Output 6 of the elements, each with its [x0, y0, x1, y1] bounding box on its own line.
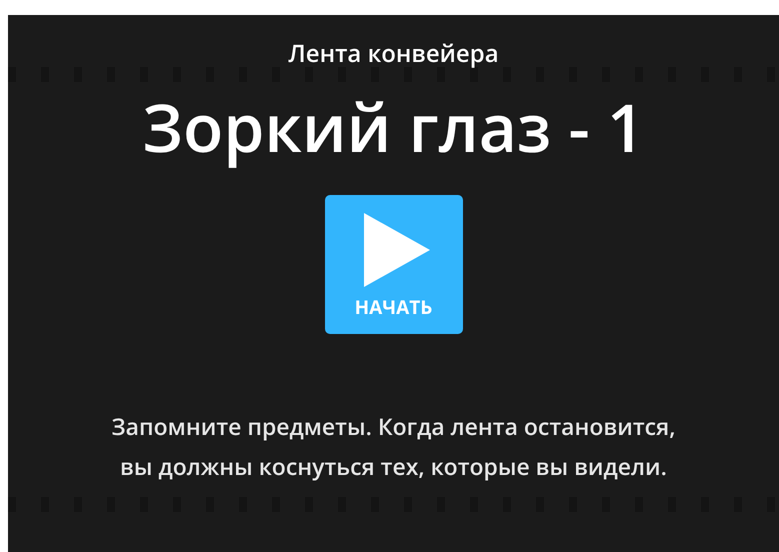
- title: Зоркий глаз - 1: [142, 87, 645, 167]
- instruction-text: Запомните предметы. Когда лента остановится,: [112, 409, 676, 444]
- instruction-text: вы должны коснуться тех, которые вы видели.: [120, 449, 667, 484]
- start-button[interactable]: НАЧАТЬ: [324, 195, 462, 334]
- subtitle: Лента конвейера: [288, 37, 499, 71]
- play-icon: [364, 213, 430, 287]
